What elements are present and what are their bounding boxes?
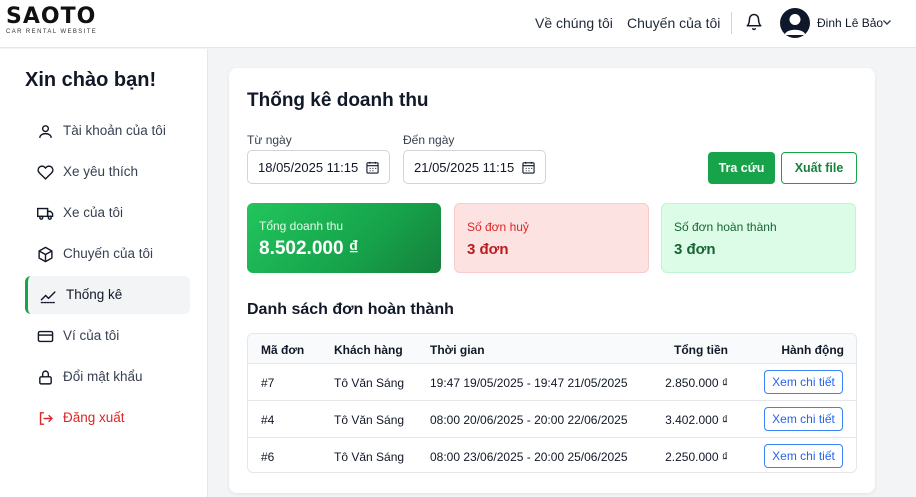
logo-subtitle: CAR RENTAL WEBSITE <box>6 29 98 35</box>
completed-orders-table: Mã đơn Khách hàng Thời gian Tổng tiền Hà… <box>247 333 857 473</box>
sidebar-item-label: Đăng xuất <box>63 410 125 425</box>
to-date-value: 21/05/2025 11:15 <box>414 160 515 175</box>
sidebar-item-label: Đổi mật khẩu <box>63 369 143 384</box>
total-revenue-value: 8.502.000 ₫ <box>259 238 359 259</box>
view-detail-button[interactable]: Xem chi tiết <box>764 407 843 431</box>
order-total: 2.250.000 ₫ <box>665 450 728 464</box>
sidebar-item-favorites[interactable]: Xe yêu thích <box>25 153 190 191</box>
to-date-label: Đến ngày <box>403 133 455 147</box>
total-revenue-card: Tổng doanh thu 8.502.000 ₫ <box>247 203 441 273</box>
user-icon <box>39 125 52 138</box>
greeting: Xin chào bạn! <box>25 69 157 91</box>
table-header: Mã đơn Khách hàng Thời gian Tổng tiền Hà… <box>248 334 856 364</box>
completed-orders-value: 3 đơn <box>674 241 716 258</box>
top-header: SAOTO CAR RENTAL WEBSITE Về chúng tôi Ch… <box>0 0 916 48</box>
order-time: 08:00 20/06/2025 - 20:00 22/06/2025 <box>430 413 628 427</box>
sidebar-item-label: Xe của tôi <box>63 205 124 220</box>
column-header: Mã đơn <box>261 343 305 357</box>
bell-icon[interactable] <box>745 12 763 32</box>
table-row: #6 Tô Văn Sáng 08:00 23/06/2025 - 20:00 … <box>248 438 856 472</box>
avatar[interactable] <box>780 8 810 38</box>
user-avatar-icon <box>784 14 806 35</box>
from-date-value: 18/05/2025 11:15 <box>258 160 359 175</box>
box-icon <box>38 246 53 263</box>
sidebar-item-account[interactable]: Tài khoản của tôi <box>25 112 190 150</box>
sidebar-item-wallet[interactable]: Ví của tôi <box>25 317 190 355</box>
from-date-input[interactable]: 18/05/2025 11:15 <box>247 150 390 184</box>
user-name[interactable]: Đinh Lê Bảo <box>817 16 883 30</box>
sidebar-item-label: Thống kê <box>66 287 123 302</box>
truck-icon <box>37 207 54 220</box>
to-date-input[interactable]: 21/05/2025 11:15 <box>403 150 546 184</box>
chevron-down-icon[interactable] <box>882 17 892 27</box>
from-date-label: Từ ngày <box>247 133 292 147</box>
chart-line-icon <box>40 291 57 304</box>
customer-name: Tô Văn Sáng <box>334 413 405 427</box>
sidebar-item-logout[interactable]: Đăng xuất <box>25 399 190 437</box>
column-header: Hành động <box>781 343 844 357</box>
sidebar-item-label: Tài khoản của tôi <box>63 123 166 138</box>
order-time: 08:00 23/06/2025 - 20:00 25/06/2025 <box>430 450 628 464</box>
order-id: #4 <box>261 413 275 427</box>
sidebar-item-label: Chuyến của tôi <box>63 246 154 261</box>
heart-icon <box>37 165 54 180</box>
logout-icon <box>39 412 53 425</box>
calendar-icon[interactable] <box>366 161 379 174</box>
wallet-icon <box>37 330 54 343</box>
customer-name: Tô Văn Sáng <box>334 450 405 464</box>
sidebar-item-label: Ví của tôi <box>63 328 120 343</box>
sidebar-item-change-password[interactable]: Đổi mật khẩu <box>25 358 190 396</box>
completed-orders-label: Số đơn hoàn thành <box>674 220 777 234</box>
column-header: Thời gian <box>430 343 485 357</box>
order-time: 19:47 19/05/2025 - 19:47 21/05/2025 <box>430 376 628 390</box>
nav-my-trips[interactable]: Chuyến của tôi <box>627 15 720 31</box>
sidebar-item-statistics[interactable]: Thống kê <box>25 276 190 314</box>
order-id: #6 <box>261 450 275 464</box>
cancelled-orders-label: Số đơn huỷ <box>467 220 529 234</box>
nav-about-us[interactable]: Về chúng tôi <box>535 15 613 31</box>
total-revenue-label: Tổng doanh thu <box>259 219 344 233</box>
table-title: Danh sách đơn hoàn thành <box>247 301 454 318</box>
page-title: Thống kê doanh thu <box>247 90 429 111</box>
completed-orders-card: Số đơn hoàn thành 3 đơn <box>661 203 856 273</box>
customer-name: Tô Văn Sáng <box>334 376 405 390</box>
column-header: Tổng tiền <box>674 343 728 357</box>
sidebar-item-label: Xe yêu thích <box>63 164 139 179</box>
table-row: #7 Tô Văn Sáng 19:47 19/05/2025 - 19:47 … <box>248 364 856 401</box>
sidebar-item-my-trips[interactable]: Chuyến của tôi <box>25 235 190 273</box>
statistics-card: Thống kê doanh thu Từ ngày 18/05/2025 11… <box>229 68 875 493</box>
view-detail-button[interactable]: Xem chi tiết <box>764 444 843 468</box>
order-total: 2.850.000 ₫ <box>665 376 728 390</box>
nav-divider <box>731 12 732 34</box>
logo-text: SAOTO <box>6 4 97 29</box>
search-button[interactable]: Tra cứu <box>708 152 775 184</box>
export-button[interactable]: Xuất file <box>781 152 857 184</box>
calendar-icon[interactable] <box>522 161 535 174</box>
order-id: #7 <box>261 376 275 390</box>
view-detail-button[interactable]: Xem chi tiết <box>764 370 843 394</box>
column-header: Khách hàng <box>334 343 403 357</box>
lock-icon <box>39 370 52 385</box>
logo[interactable]: SAOTO CAR RENTAL WEBSITE <box>6 6 106 42</box>
sidebar: Xin chào bạn! Tài khoản của tôi Xe yêu t… <box>0 49 208 497</box>
sidebar-item-my-cars[interactable]: Xe của tôi <box>25 194 190 232</box>
table-row: #4 Tô Văn Sáng 08:00 20/06/2025 - 20:00 … <box>248 401 856 438</box>
cancelled-orders-card: Số đơn huỷ 3 đơn <box>454 203 649 273</box>
order-total: 3.402.000 ₫ <box>665 413 728 427</box>
cancelled-orders-value: 3 đơn <box>467 241 509 258</box>
